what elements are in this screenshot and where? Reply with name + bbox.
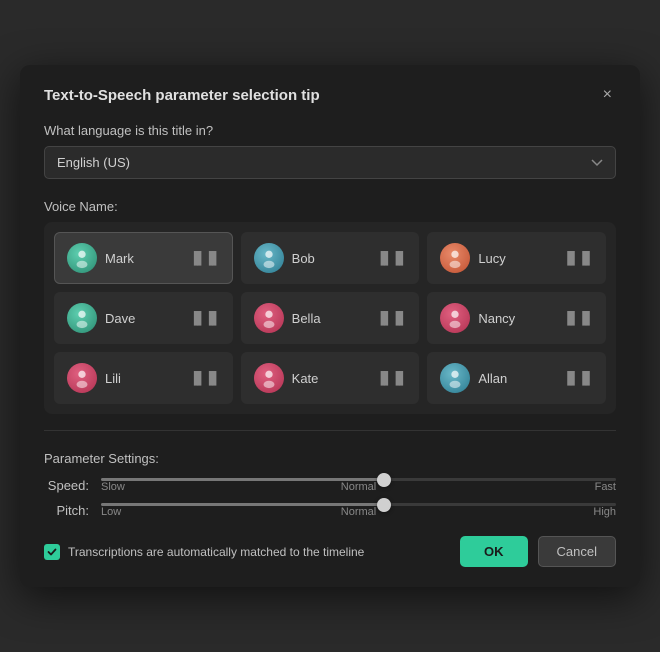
language-question: What language is this title in? [44,123,616,138]
wave-icon-mark: ▐▌▐▌ [190,251,220,265]
voice-card-nancy[interactable]: Nancy ▐▌▐▌ [427,292,606,344]
param-section: Parameter Settings: Speed: Slow Normal F… [44,451,616,518]
dialog-footer: Transcriptions are automatically matched… [44,536,616,567]
transcription-checkbox[interactable] [44,544,60,560]
voice-card-allan[interactable]: Allan ▐▌▐▌ [427,352,606,404]
voice-card-dave[interactable]: Dave ▐▌▐▌ [54,292,233,344]
checkbox-row[interactable]: Transcriptions are automatically matched… [44,544,364,560]
voice-grid-wrapper: Mark ▐▌▐▌ Bob ▐▌▐▌ [44,222,616,414]
voice-card-lucy[interactable]: Lucy ▐▌▐▌ [427,232,606,284]
avatar-kate [254,363,284,393]
wave-icon-lili: ▐▌▐▌ [190,371,220,385]
divider [44,430,616,431]
wave-icon-dave: ▐▌▐▌ [190,311,220,325]
wave-icon-bob: ▐▌▐▌ [376,251,406,265]
dialog-header: Text-to-Speech parameter selection tip × [44,85,616,105]
speed-slider-container: Slow Normal Fast [101,478,616,493]
avatar-bob [254,243,284,273]
avatar-lili [67,363,97,393]
cancel-button[interactable]: Cancel [538,536,616,567]
avatar-dave [67,303,97,333]
language-select[interactable]: English (US)English (UK)SpanishFrenchGer… [44,146,616,179]
voice-label: Voice Name: [44,199,616,214]
close-button[interactable]: × [599,85,616,105]
voice-card-lili[interactable]: Lili ▐▌▐▌ [54,352,233,404]
voice-section: Voice Name: Mark ▐▌▐▌ [44,199,616,414]
pitch-high-label: High [593,506,616,518]
speed-high-label: Fast [595,481,616,493]
voice-grid: Mark ▐▌▐▌ Bob ▐▌▐▌ [54,232,606,404]
voice-name-lili: Lili [105,371,121,386]
param-label: Parameter Settings: [44,451,616,466]
speed-mid-label: Normal [341,481,376,493]
avatar-bella [254,303,284,333]
voice-card-mark[interactable]: Mark ▐▌▐▌ [54,232,233,284]
voice-name-kate: Kate [292,371,319,386]
voice-name-dave: Dave [105,311,135,326]
checkbox-label: Transcriptions are automatically matched… [68,545,364,559]
ok-button[interactable]: OK [460,536,528,567]
wave-icon-allan: ▐▌▐▌ [563,371,593,385]
tts-dialog: Text-to-Speech parameter selection tip ×… [20,65,640,587]
avatar-lucy [440,243,470,273]
speed-low-label: Slow [101,481,125,493]
avatar-mark [67,243,97,273]
avatar-allan [440,363,470,393]
pitch-label: Pitch: [44,503,89,518]
voice-name-nancy: Nancy [478,311,515,326]
voice-card-bella[interactable]: Bella ▐▌▐▌ [241,292,420,344]
pitch-slider-container: Low Normal High [101,503,616,518]
voice-name-lucy: Lucy [478,251,505,266]
wave-icon-kate: ▐▌▐▌ [376,371,406,385]
voice-card-kate[interactable]: Kate ▐▌▐▌ [241,352,420,404]
footer-buttons: OK Cancel [460,536,616,567]
wave-icon-nancy: ▐▌▐▌ [563,311,593,325]
voice-card-bob[interactable]: Bob ▐▌▐▌ [241,232,420,284]
pitch-low-label: Low [101,506,121,518]
dialog-title: Text-to-Speech parameter selection tip [44,87,320,104]
voice-name-mark: Mark [105,251,134,266]
wave-icon-bella: ▐▌▐▌ [376,311,406,325]
wave-icon-lucy: ▐▌▐▌ [563,251,593,265]
voice-name-bella: Bella [292,311,321,326]
voice-name-allan: Allan [478,371,507,386]
speed-label: Speed: [44,478,89,493]
voice-name-bob: Bob [292,251,315,266]
speed-row: Speed: Slow Normal Fast [44,478,616,493]
avatar-nancy [440,303,470,333]
pitch-mid-label: Normal [341,506,376,518]
pitch-row: Pitch: Low Normal High [44,503,616,518]
